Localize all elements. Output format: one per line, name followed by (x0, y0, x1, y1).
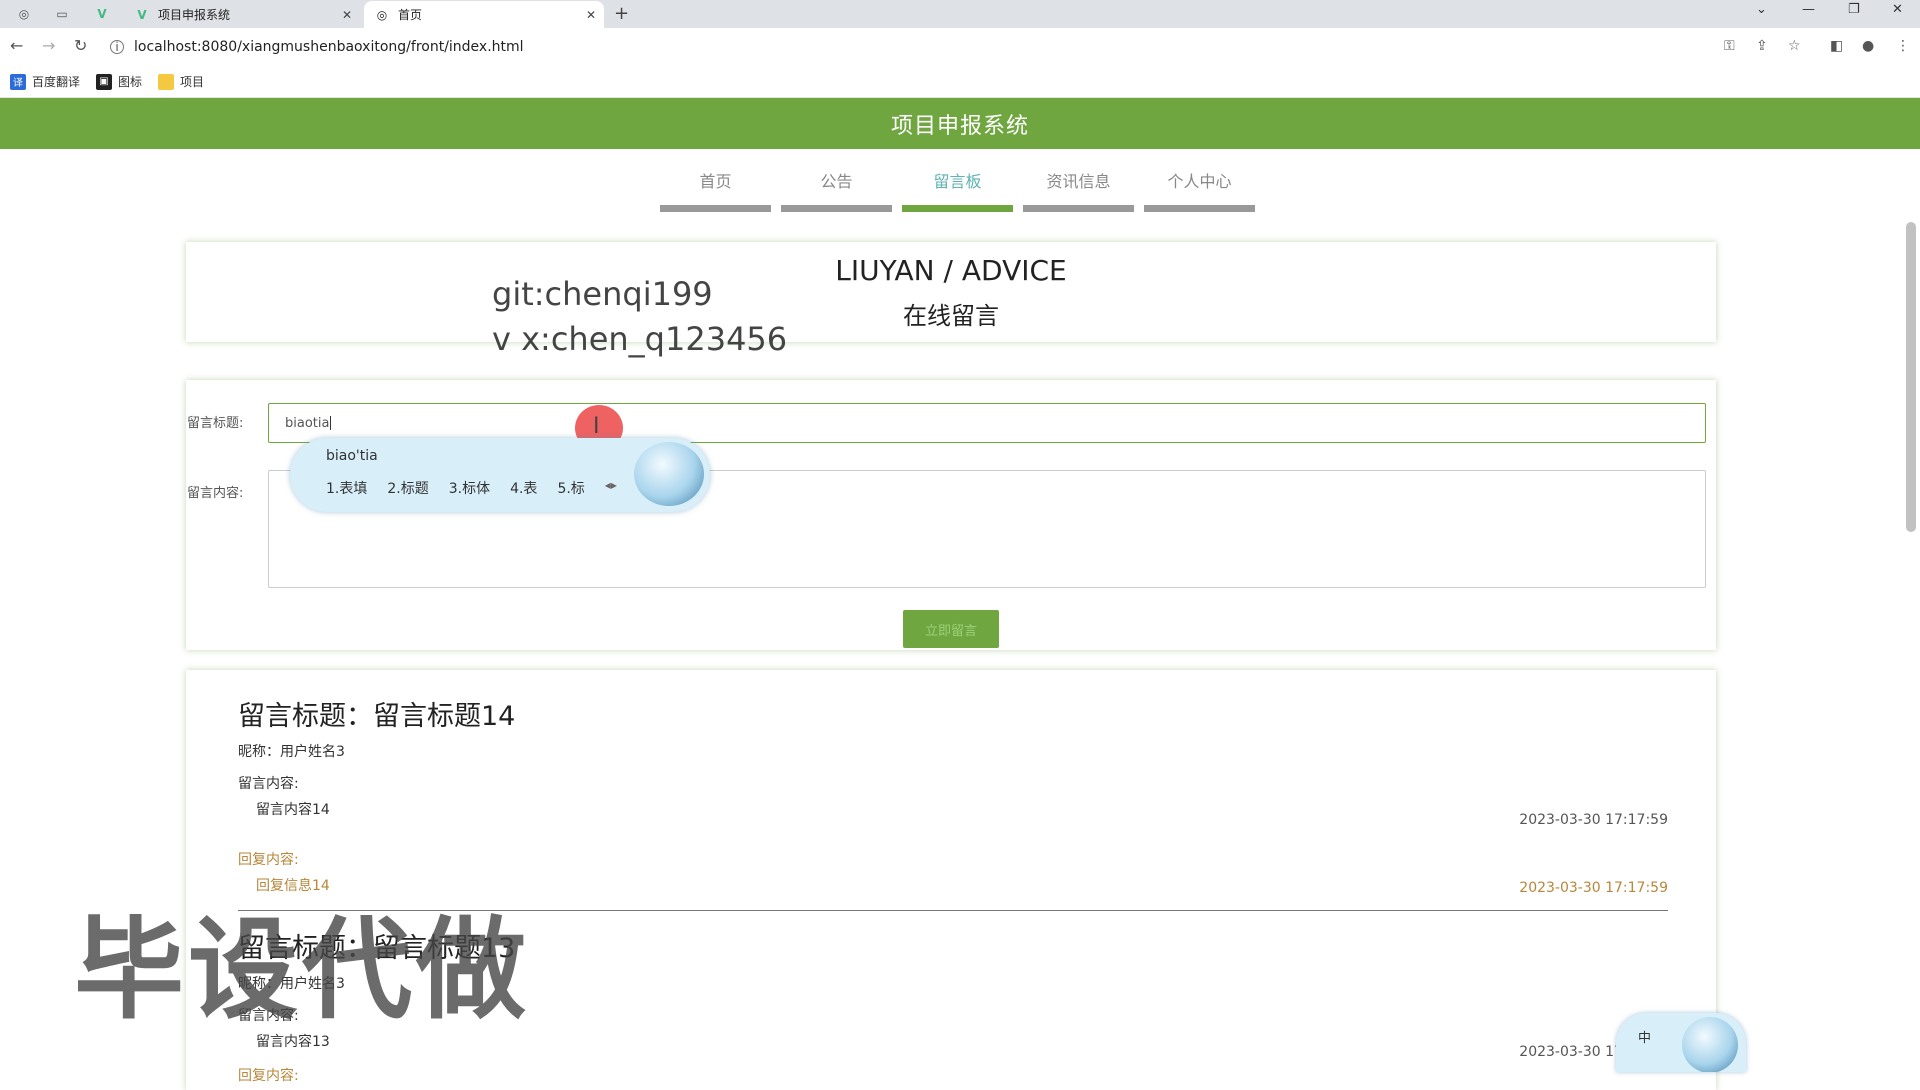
section-title-en: LIUYAN / ADVICE (835, 254, 1067, 287)
bookmark-icons[interactable]: ▣ 图标 (96, 73, 142, 90)
tab-project-system[interactable]: V 项目申报系统 ✕ (124, 1, 360, 28)
menu-underline (781, 205, 892, 212)
browser-tab-bar: ◎ ▭ V V 项目申报系统 ✕ ◎ 首页 ✕ + ⌄ — ❐ ✕ (0, 0, 1920, 28)
ime-candidate[interactable]: 5.标 (557, 478, 584, 498)
bookmark-label: 百度翻译 (32, 75, 81, 89)
title-input-value: biaotia (285, 415, 330, 431)
star-icon[interactable]: ☆ (1788, 38, 1801, 54)
menu-item-message-board[interactable]: 留言板 (902, 168, 1013, 212)
minimize-icon[interactable]: — (1802, 2, 1815, 17)
menu-label: 资讯信息 (1046, 172, 1111, 191)
menu-label: 公告 (820, 172, 853, 191)
reply-label: 回复内容: (238, 852, 299, 868)
ime-candidate[interactable]: 4.表 (510, 478, 537, 498)
profile-icon[interactable]: ● (1862, 38, 1874, 54)
forward-icon[interactable]: → (42, 36, 55, 55)
title-input[interactable]: biaotia (268, 403, 1706, 443)
vue-icon: V (137, 7, 147, 22)
menu-underline (660, 205, 771, 212)
sidebar-icon[interactable]: ◧ (1830, 38, 1843, 54)
new-tab-icon[interactable]: + (614, 3, 629, 24)
overlay-git-text: git:chenqi199 (492, 275, 713, 313)
bookmarks-bar: 译 百度翻译 ▣ 图标 项目 (0, 66, 1920, 98)
menu-label: 留言板 (933, 172, 982, 191)
address-bar: ← → ↻ i localhost:8080/xiangmushenbaoxit… (0, 28, 1920, 66)
globe-icon[interactable]: ◎ (10, 3, 38, 25)
tab-home[interactable]: ◎ 首页 ✕ (364, 1, 604, 28)
text-cursor-icon: I (593, 414, 600, 439)
back-icon[interactable]: ← (10, 36, 23, 55)
submit-message-button[interactable]: 立即留言 (903, 610, 999, 648)
reload-icon[interactable]: ↻ (74, 36, 87, 55)
ime-status-widget[interactable]: 中 (1616, 1013, 1746, 1072)
ime-pinyin: biao'tia (326, 448, 378, 464)
menu-underline (902, 205, 1013, 212)
message-time: 2023-03-30 17:17:59 (1519, 812, 1668, 828)
bookmark-label: 图标 (118, 75, 143, 89)
bookmark-label: 项目 (180, 75, 205, 89)
message-content-label: 留言内容: (238, 776, 299, 792)
pinned-tab[interactable]: ▭ (48, 3, 76, 25)
overlay-contact-text: v x:chen_q123456 (492, 320, 788, 358)
tab-search-icon[interactable]: ⌄ (1756, 2, 1767, 17)
bookmark-baidu-translate[interactable]: 译 百度翻译 (10, 73, 80, 90)
more-icon[interactable]: ⋮ (1896, 38, 1910, 54)
ime-orb-icon (634, 442, 704, 506)
watermark-text: 毕设代做 (74, 906, 530, 1034)
bookmark-folder-project[interactable]: 项目 (158, 73, 204, 90)
title-field-label: 留言标题: (187, 416, 244, 431)
ime-page-arrows-icon[interactable]: ◂▸ (605, 478, 617, 498)
window-close-icon[interactable]: ✕ (1892, 2, 1903, 17)
message-item: 留言标题：留言标题14 昵称：用户姓名3 留言内容: 留言内容14 2023-0… (238, 694, 1668, 911)
menu-item-news[interactable]: 资讯信息 (1023, 168, 1134, 212)
menu-label: 首页 (699, 172, 732, 191)
folder-icon (158, 73, 175, 90)
ime-candidate[interactable]: 2.标题 (387, 478, 428, 498)
reply-label: 回复内容: (238, 1068, 299, 1084)
content-field-label: 留言内容: (187, 486, 244, 501)
page-scrollbar[interactable] (1906, 222, 1916, 532)
message-title: 留言标题：留言标题14 (238, 701, 516, 732)
text-caret (330, 416, 332, 430)
menu-item-user-center[interactable]: 个人中心 (1144, 168, 1255, 212)
close-icon[interactable]: ✕ (586, 8, 596, 22)
menu-item-home[interactable]: 首页 (660, 168, 771, 212)
section-title-cn: 在线留言 (903, 302, 999, 330)
key-icon[interactable]: ⚿ (1724, 38, 1735, 54)
image-icon: ▣ (96, 73, 113, 90)
ime-orb-icon (1682, 1017, 1738, 1072)
close-icon[interactable]: ✕ (342, 8, 352, 22)
restore-icon[interactable]: ❐ (1848, 2, 1860, 17)
section-title-card: LIUYAN / ADVICE 在线留言 (186, 242, 1716, 342)
share-icon[interactable]: ⇪ (1756, 38, 1768, 54)
globe-icon: ◎ (376, 7, 388, 22)
url-text: localhost:8080/xiangmushenbaoxitong/fron… (134, 39, 524, 55)
message-content: 留言内容14 (256, 802, 330, 818)
main-menu: 首页 公告 留言板 资讯信息 个人中心 (660, 168, 1265, 212)
tab-title: 首页 (398, 8, 423, 22)
reply-time: 2023-03-30 17:17:59 (1519, 880, 1668, 896)
vue-icon[interactable]: V (88, 3, 116, 25)
site-title: 项目申报系统 (890, 113, 1029, 139)
menu-underline (1023, 205, 1134, 212)
menu-underline (1144, 205, 1255, 212)
tab-title: 项目申报系统 (158, 8, 231, 22)
menu-item-notice[interactable]: 公告 (781, 168, 892, 212)
site-header: 项目申报系统 (0, 98, 1920, 149)
menu-label: 个人中心 (1167, 172, 1232, 191)
info-icon[interactable]: i (110, 40, 124, 54)
translate-icon: 译 (10, 73, 26, 90)
ime-candidate-list: 1.表填 2.标题 3.标体 4.表 5.标 ◂▸ (326, 478, 617, 498)
ime-mode-label: 中 (1638, 1031, 1652, 1046)
ime-candidate-window: biao'tia 1.表填 2.标题 3.标体 4.表 5.标 ◂▸ (290, 438, 710, 512)
ime-candidate[interactable]: 3.标体 (449, 478, 490, 498)
url-field[interactable]: i localhost:8080/xiangmushenbaoxitong/fr… (110, 36, 1710, 58)
message-nickname: 昵称：用户姓名3 (238, 744, 345, 760)
ime-candidate[interactable]: 1.表填 (326, 478, 367, 498)
